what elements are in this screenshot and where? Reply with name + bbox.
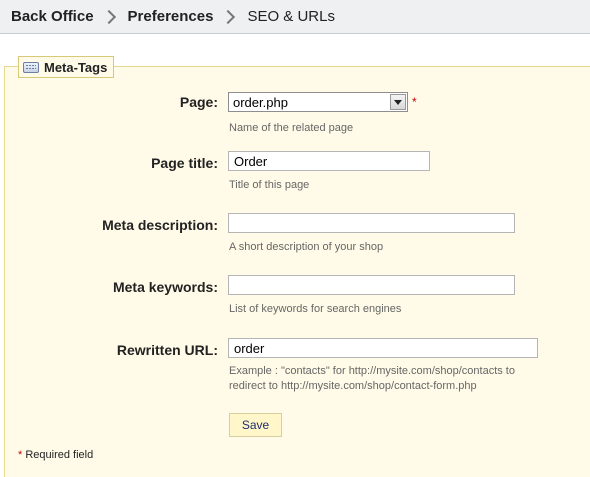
meta-keywords-help: List of keywords for search engines bbox=[229, 303, 402, 315]
chevron-right-icon bbox=[101, 9, 116, 24]
required-field-note: * Required field bbox=[18, 449, 93, 461]
page-help: Name of the related page bbox=[229, 122, 354, 134]
dropdown-button[interactable] bbox=[390, 94, 406, 110]
meta-description-input[interactable] bbox=[228, 213, 515, 233]
rewritten-url-input[interactable] bbox=[228, 338, 538, 358]
page-select-value: order.php bbox=[233, 94, 288, 110]
rewritten-url-help-line1: Example : "contacts" for http://mysite.c… bbox=[229, 365, 515, 377]
chevron-down-icon bbox=[394, 99, 402, 105]
meta-description-label: Meta description: bbox=[102, 217, 218, 233]
page-title-input[interactable] bbox=[228, 151, 430, 171]
rewritten-url-help-line2: redirect to http://mysite.com/shop/conta… bbox=[229, 380, 477, 392]
fieldset-legend: Meta-Tags bbox=[18, 56, 115, 78]
meta-keywords-label: Meta keywords: bbox=[112, 279, 218, 295]
breadcrumb-item-seo-urls: SEO & URLs bbox=[247, 8, 335, 25]
page-select[interactable]: order.php bbox=[228, 92, 408, 112]
page-title-label: Page title: bbox=[151, 155, 218, 171]
rewritten-url-help: Example : "contacts" for http://mysite.c… bbox=[229, 364, 515, 394]
legend-label: Meta-Tags bbox=[44, 59, 108, 75]
breadcrumb-item-back-office[interactable]: Back Office bbox=[11, 8, 94, 25]
required-field-text: Required field bbox=[22, 449, 94, 461]
meta-keywords-input[interactable] bbox=[228, 275, 515, 295]
keyboard-icon bbox=[23, 61, 39, 73]
save-button[interactable]: Save bbox=[229, 413, 282, 437]
chevron-right-icon bbox=[221, 9, 236, 24]
rewritten-url-label: Rewritten URL: bbox=[116, 342, 218, 358]
meta-description-help: A short description of your shop bbox=[229, 241, 384, 253]
breadcrumb-item-preferences[interactable]: Preferences bbox=[128, 8, 214, 25]
page-title-help: Title of this page bbox=[229, 179, 310, 191]
breadcrumb: Back Office Preferences SEO & URLs bbox=[0, 0, 590, 34]
page-label: Page: bbox=[179, 94, 218, 110]
required-marker: * bbox=[412, 95, 417, 109]
